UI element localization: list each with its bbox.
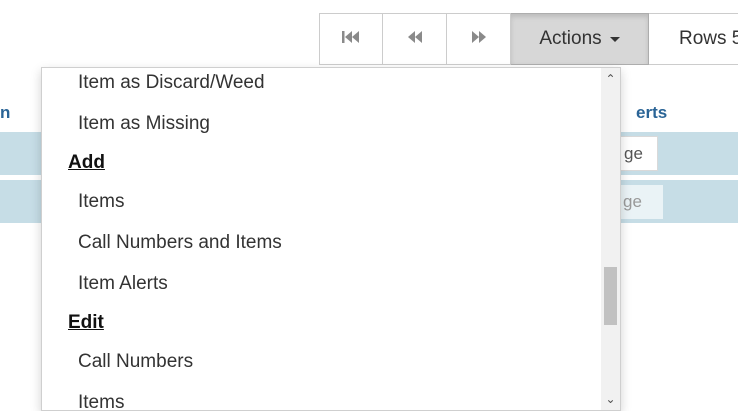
- rows-per-page-button[interactable]: Rows 5: [649, 13, 738, 65]
- scroll-down-arrow-icon[interactable]: ⌄: [601, 390, 620, 408]
- scrollbar-thumb[interactable]: [604, 267, 617, 325]
- menu-header-edit: Edit: [68, 312, 104, 333]
- first-page-button[interactable]: [319, 13, 383, 65]
- menu-scrollbar[interactable]: ⌃ ⌄: [601, 68, 620, 410]
- menu-item-add-call-numbers-and-items[interactable]: Call Numbers and Items: [42, 222, 602, 263]
- pagination-toolbar: Actions Rows 5: [319, 13, 738, 67]
- next-page-button[interactable]: [447, 13, 511, 65]
- table-cell: ge: [618, 136, 658, 171]
- actions-dropdown-button[interactable]: Actions: [511, 13, 649, 65]
- table-cell: ge: [618, 185, 663, 219]
- menu-item-missing[interactable]: Item as Missing: [42, 103, 602, 144]
- actions-label: Actions: [539, 28, 602, 49]
- actions-dropdown-menu[interactable]: Item as Discard/Weed Item as Missing Add…: [41, 67, 621, 411]
- menu-header-add: Add: [68, 152, 105, 173]
- menu-item-add-items[interactable]: Items: [42, 181, 602, 222]
- menu-item-edit-items[interactable]: Items: [42, 382, 602, 410]
- caret-down-icon: [609, 36, 620, 42]
- rows-label: Rows 5: [679, 28, 738, 49]
- column-header-alerts-partial[interactable]: erts: [636, 103, 667, 123]
- menu-item-discard-weed[interactable]: Item as Discard/Weed: [42, 68, 602, 103]
- scroll-up-arrow-icon[interactable]: ⌃: [601, 70, 620, 88]
- menu-item-edit-call-numbers[interactable]: Call Numbers: [42, 341, 602, 382]
- menu-list: Item as Discard/Weed Item as Missing Add…: [42, 68, 602, 410]
- column-header-partial-left[interactable]: n: [0, 103, 10, 123]
- first-page-icon: [342, 28, 360, 50]
- next-page-icon: [470, 28, 488, 50]
- previous-page-button[interactable]: [383, 13, 447, 65]
- previous-page-icon: [406, 28, 424, 50]
- menu-item-add-item-alerts[interactable]: Item Alerts: [42, 263, 602, 304]
